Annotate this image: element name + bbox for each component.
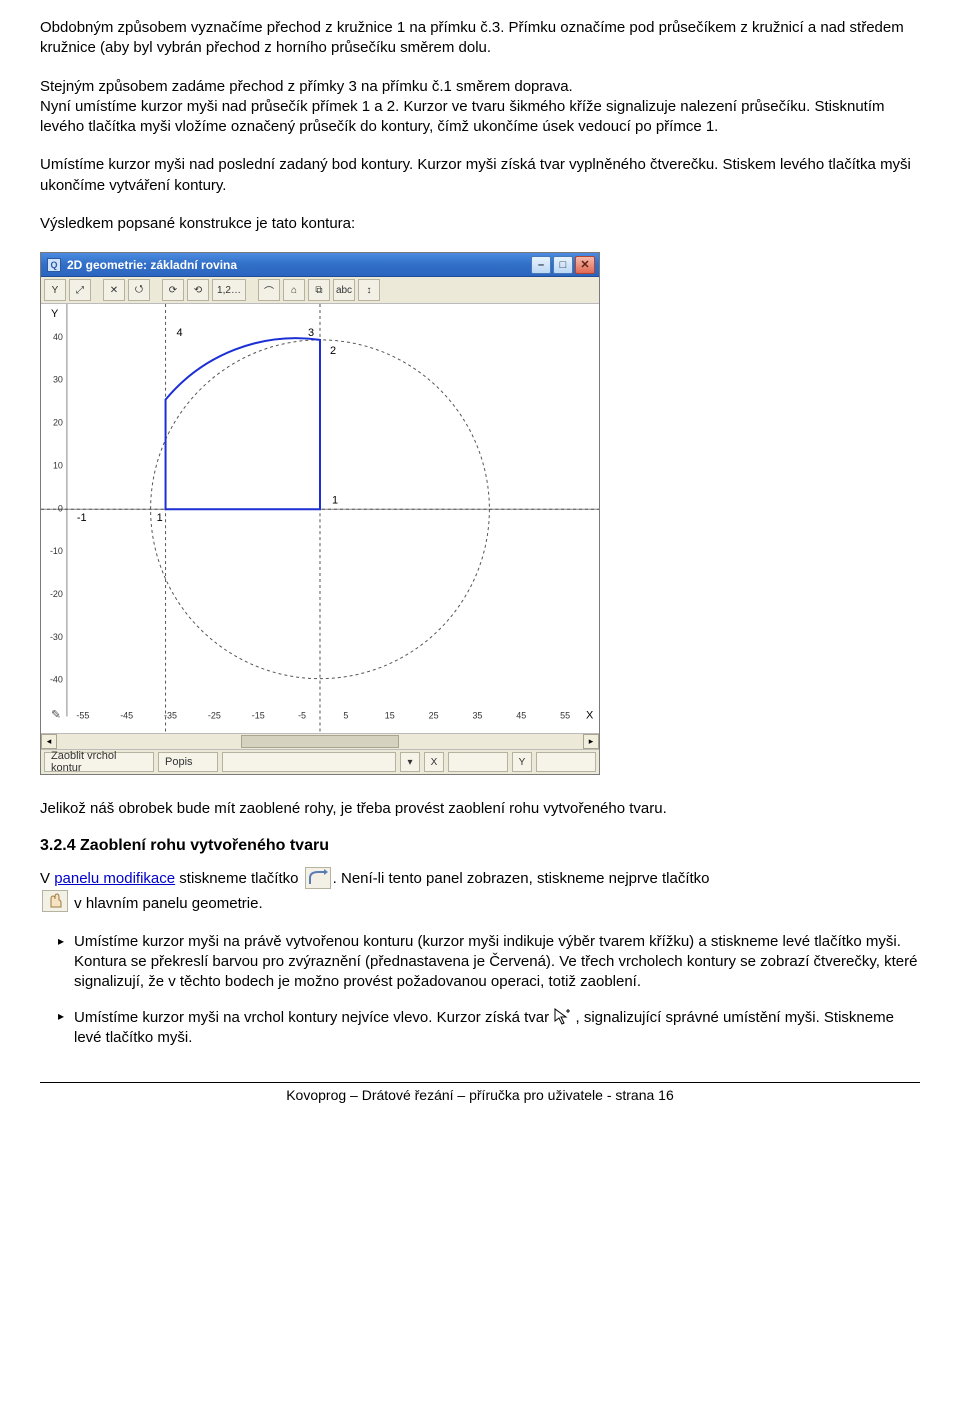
status-popis[interactable]: Popis	[158, 752, 218, 772]
scroll-right-button[interactable]: ▸	[583, 734, 599, 749]
svg-text:25: 25	[429, 711, 439, 721]
svg-text:15: 15	[385, 711, 395, 721]
svg-text:-40: -40	[50, 675, 63, 685]
heading-3-2-4: 3.2.4 Zaoblení rohu vytvořeného tvaru	[40, 837, 920, 855]
paragraph-3: Umístíme kurzor myši nad poslední zadaný…	[40, 155, 920, 196]
hand-button-icon[interactable]	[42, 890, 68, 912]
text-run: V	[40, 870, 54, 887]
tool-delete[interactable]: ✕	[103, 279, 125, 301]
paragraph-5: Jelikož náš obrobek bude mít zaoblené ro…	[40, 799, 920, 819]
text-run: Umístíme kurzor myši na vrchol kontury n…	[74, 1009, 553, 1026]
paragraph-4: Výsledkem popsané konstrukce je tato kon…	[40, 214, 920, 234]
svg-text:3: 3	[308, 327, 314, 339]
tool-numbers[interactable]: 1,2…	[212, 279, 246, 301]
svg-text:45: 45	[516, 711, 526, 721]
status-action: Zaoblit vrchol kontur	[44, 752, 154, 772]
svg-text:-35: -35	[164, 711, 177, 721]
list-item: Umístíme kurzor myši na vrchol kontury n…	[58, 1007, 920, 1049]
status-y-label: Y	[512, 752, 532, 772]
minimize-button[interactable]: –	[531, 256, 551, 274]
svg-text:-45: -45	[120, 711, 133, 721]
tool-refresh[interactable]: ⭯	[128, 279, 150, 301]
status-x-label: X	[424, 752, 444, 772]
svg-text:2: 2	[330, 345, 336, 357]
scroll-track[interactable]	[57, 734, 583, 749]
titlebar[interactable]: Q 2D geometrie: základní rovina – □ ✕	[41, 253, 599, 277]
horizontal-scrollbar[interactable]: ◂ ▸	[41, 734, 599, 750]
svg-text:-55: -55	[76, 711, 89, 721]
svg-text:20: 20	[53, 418, 63, 428]
svg-text:4: 4	[177, 327, 183, 339]
cursor-plus-icon	[553, 1007, 571, 1025]
plot-area[interactable]: -55-45 -35-25 -15-5 515 2535 4555 4030 2…	[41, 304, 599, 734]
svg-text:-10: -10	[50, 546, 63, 556]
svg-text:✎: ✎	[51, 708, 61, 722]
cad-window: Q 2D geometrie: základní rovina – □ ✕ Y …	[40, 252, 600, 775]
text-run: stiskneme tlačítko	[175, 870, 303, 887]
link-panel-modifikace[interactable]: panelu modifikace	[54, 870, 175, 887]
scroll-left-button[interactable]: ◂	[41, 734, 57, 749]
svg-text:-30: -30	[50, 632, 63, 642]
statusbar: Zaoblit vrchol kontur Popis ▾ X Y	[41, 750, 599, 774]
paragraph-2: Stejným způsobem zadáme přechod z přímky…	[40, 77, 920, 138]
tool-home[interactable]: ⌂	[283, 279, 305, 301]
text-run: v hlavním panelu geometrie.	[74, 895, 262, 912]
svg-text:-20: -20	[50, 589, 63, 599]
list-item: Umístíme kurzor myši na právě vytvořenou…	[58, 932, 920, 993]
tool-ortho[interactable]: ⤢	[69, 279, 91, 301]
toolbar: Y ⤢ ✕ ⭯ ⟳ ⟲ 1,2… ⌒ ⌂ ⧉ abc ↕	[41, 277, 599, 304]
tool-shape[interactable]: ⧉	[308, 279, 330, 301]
paragraph-1: Obdobným způsobem vyznačíme přechod z kr…	[40, 18, 920, 59]
tool-text[interactable]: abc	[333, 279, 355, 301]
tool-redo[interactable]: ⟲	[187, 279, 209, 301]
svg-text:10: 10	[53, 460, 63, 470]
fillet-button-icon[interactable]	[305, 867, 331, 889]
maximize-button[interactable]: □	[553, 256, 573, 274]
close-button[interactable]: ✕	[575, 256, 595, 274]
text-run: . Není-li tento panel zobrazen, stisknem…	[333, 870, 710, 887]
tool-y[interactable]: Y	[44, 279, 66, 301]
svg-text:1: 1	[157, 512, 163, 524]
svg-text:40: 40	[53, 332, 63, 342]
tool-arc[interactable]: ⌒	[258, 279, 280, 301]
status-gap	[222, 752, 396, 772]
svg-text:-5: -5	[298, 711, 306, 721]
svg-text:Y: Y	[51, 308, 59, 320]
window-title: 2D geometrie: základní rovina	[67, 258, 237, 272]
svg-text:5: 5	[343, 711, 348, 721]
svg-text:1: 1	[332, 494, 338, 506]
status-dropdown[interactable]: ▾	[400, 752, 420, 772]
svg-text:-15: -15	[252, 711, 265, 721]
svg-text:0: 0	[58, 503, 63, 513]
svg-text:35: 35	[472, 711, 482, 721]
tool-undo[interactable]: ⟳	[162, 279, 184, 301]
scroll-thumb[interactable]	[241, 735, 399, 748]
paragraph-6: V panelu modifikace stiskneme tlačítko .…	[40, 867, 920, 914]
svg-text:-25: -25	[208, 711, 221, 721]
svg-text:-1: -1	[77, 512, 87, 524]
svg-text:X: X	[586, 710, 594, 722]
app-icon: Q	[47, 258, 61, 272]
tool-updown[interactable]: ↕	[358, 279, 380, 301]
svg-text:55: 55	[560, 711, 570, 721]
status-y-value[interactable]	[536, 752, 596, 772]
footer-divider	[40, 1082, 920, 1083]
page-footer: Kovoprog – Drátové řezání – příručka pro…	[0, 1087, 960, 1117]
status-x-value[interactable]	[448, 752, 508, 772]
svg-text:30: 30	[53, 375, 63, 385]
